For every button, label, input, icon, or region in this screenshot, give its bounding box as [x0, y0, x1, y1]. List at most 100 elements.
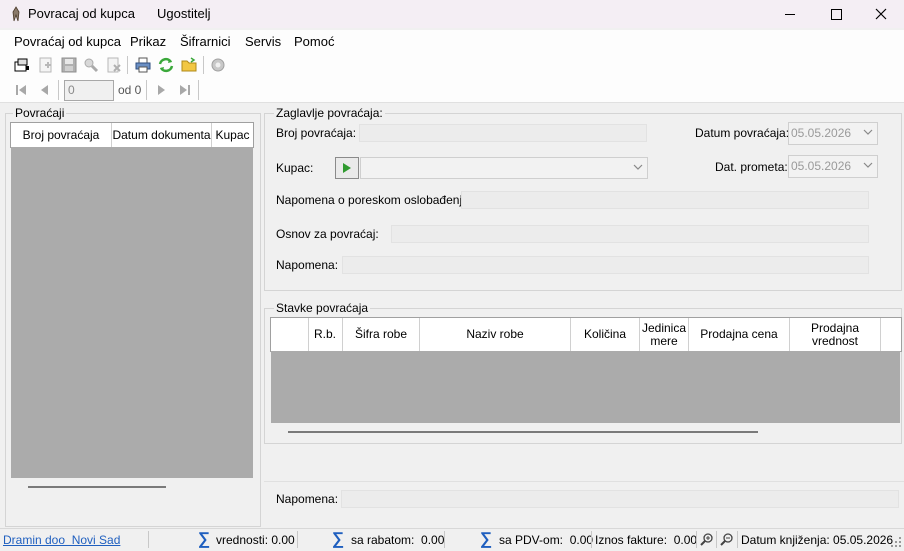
broj-povracaja-label: Broj povraćaja: [276, 126, 357, 140]
items-groupbox-title: Stavke povraćaja [274, 301, 371, 315]
status-separator [737, 531, 738, 548]
datum-povracaja-value: 05.05.2026 [791, 126, 852, 140]
toolbar-separator [198, 80, 199, 100]
column-header-sifra[interactable]: Šifra robe [343, 318, 419, 351]
returns-grid-body[interactable] [11, 147, 253, 478]
edit-icon[interactable] [83, 57, 99, 73]
status-vrednosti: vrednosti: 0.00 [216, 533, 295, 547]
minimize-button[interactable] [767, 0, 813, 28]
column-separator [880, 318, 881, 351]
zoom-out-icon[interactable] [720, 532, 734, 546]
sigma-icon: ∑ [198, 529, 211, 548]
header-groupbox-title: Zaglavlje povraćaja: [274, 106, 385, 120]
sigma-icon: ∑ [480, 529, 493, 548]
column-header-naziv[interactable]: Naziv robe [420, 318, 570, 351]
menu-povracaj[interactable]: Povraćaj od kupca [14, 34, 121, 49]
returns-grid-header: Broj povraćaja Datum dokumenta Kupac [10, 122, 254, 148]
column-header-vrednost[interactable]: Prodajna vrednost [790, 318, 880, 351]
zoom-in-icon[interactable] [700, 532, 714, 546]
items-grid-body[interactable] [271, 351, 900, 423]
delete-icon[interactable] [106, 57, 122, 73]
record-count-label: od 0 [118, 83, 142, 97]
datum-povracaja-picker[interactable]: 05.05.2026 [788, 122, 878, 145]
minimize-icon [785, 13, 795, 15]
window-subtitle: Ugostitelj [157, 6, 211, 21]
kupac-lookup-button[interactable] [335, 157, 359, 179]
napomena-label: Napomena: [276, 258, 339, 272]
status-separator [444, 531, 445, 548]
sigma-icon: ∑ [332, 529, 345, 548]
menu-pomoc[interactable]: Pomoć [294, 34, 334, 49]
status-separator [716, 531, 717, 548]
status-separator [591, 531, 592, 548]
status-separator [696, 531, 697, 548]
dat-prometa-label: Dat. prometa: [715, 160, 788, 174]
maximize-icon [830, 8, 842, 20]
status-sa-rabatom: sa rabatom: 0.00 [351, 533, 445, 547]
chevron-down-icon [633, 164, 643, 170]
add-icon[interactable] [38, 57, 54, 73]
last-record-icon[interactable] [178, 83, 192, 97]
app-icon [12, 6, 20, 22]
column-header-kupac[interactable]: Kupac [212, 123, 253, 147]
settings-icon[interactable] [210, 57, 226, 73]
next-record-icon[interactable] [154, 83, 168, 97]
toolbar-separator [146, 80, 147, 100]
play-icon [343, 163, 351, 173]
toolbar-separator [203, 56, 204, 74]
save-icon[interactable] [61, 57, 77, 73]
record-position-value: 0 [68, 83, 75, 97]
menu-sifrarnici[interactable]: Šifrarnici [180, 34, 231, 49]
menu-servis[interactable]: Servis [245, 34, 281, 49]
record-position-input[interactable]: 0 [64, 80, 114, 101]
toolbar-separator [127, 56, 128, 74]
broj-povracaja-field[interactable] [359, 124, 647, 142]
scrollbar-thumb[interactable] [28, 486, 166, 488]
toolbar-separator [58, 80, 59, 100]
open-folder-icon[interactable] [181, 57, 197, 73]
dat-prometa-picker[interactable]: 05.05.2026 [788, 155, 878, 178]
close-icon [875, 8, 887, 20]
dat-prometa-value: 05.05.2026 [791, 159, 852, 173]
status-sa-pdv: sa PDV-om: 0.00 [499, 533, 594, 547]
window-title: Povracaj od kupca [28, 6, 135, 21]
status-datum-knjizenja: Datum knjiženja: 05.05.2026 [741, 533, 894, 547]
datum-povracaja-label: Datum povraćaja: [695, 126, 790, 140]
resize-grip-icon[interactable] [890, 536, 902, 548]
chevron-down-icon [863, 129, 873, 135]
scrollbar-thumb[interactable] [288, 431, 758, 433]
first-record-icon[interactable] [14, 83, 28, 97]
returns-grid-scrollbar[interactable] [11, 478, 253, 494]
footer-napomena-field[interactable] [341, 490, 899, 508]
column-header-datum[interactable]: Datum dokumenta [112, 123, 211, 147]
footer-napomena-label: Napomena: [276, 492, 339, 506]
print-icon[interactable] [135, 57, 151, 73]
napomena-porez-label: Napomena o poreskom oslobađenju: [276, 193, 473, 207]
maximize-button[interactable] [813, 0, 859, 28]
column-header-cena[interactable]: Prodajna cena [689, 318, 789, 351]
new-document-icon[interactable] [14, 57, 30, 73]
previous-record-icon[interactable] [38, 83, 52, 97]
status-iznos: Iznos fakture: 0.00 [595, 533, 698, 547]
osnov-label: Osnov za povraćaj: [276, 227, 379, 241]
chevron-down-icon [863, 162, 873, 168]
refresh-icon[interactable] [158, 57, 174, 73]
column-header-broj[interactable]: Broj povraćaja [11, 123, 111, 147]
items-grid-header: R.b. Šifra robe Naziv robe Količina Jedi… [270, 317, 902, 352]
status-separator [297, 531, 298, 548]
items-grid-scrollbar[interactable] [271, 423, 900, 439]
column-header-jedinica[interactable]: Jedinica mere [640, 318, 688, 351]
status-separator [148, 531, 149, 548]
footer-divider [264, 481, 904, 482]
returns-groupbox-title: Povraćaji [13, 106, 67, 120]
osnov-field[interactable] [391, 225, 869, 243]
column-header-rb[interactable]: R.b. [309, 318, 341, 351]
napomena-porez-field[interactable] [461, 191, 869, 209]
company-link[interactable]: Dramin doo Novi Sad [3, 533, 120, 547]
menu-prikaz[interactable]: Prikaz [130, 34, 166, 49]
napomena-field[interactable] [342, 256, 869, 274]
kupac-combobox[interactable] [360, 157, 648, 179]
column-header-kolicina[interactable]: Količina [571, 318, 639, 351]
kupac-label: Kupac: [276, 161, 314, 175]
close-button[interactable] [858, 0, 904, 28]
